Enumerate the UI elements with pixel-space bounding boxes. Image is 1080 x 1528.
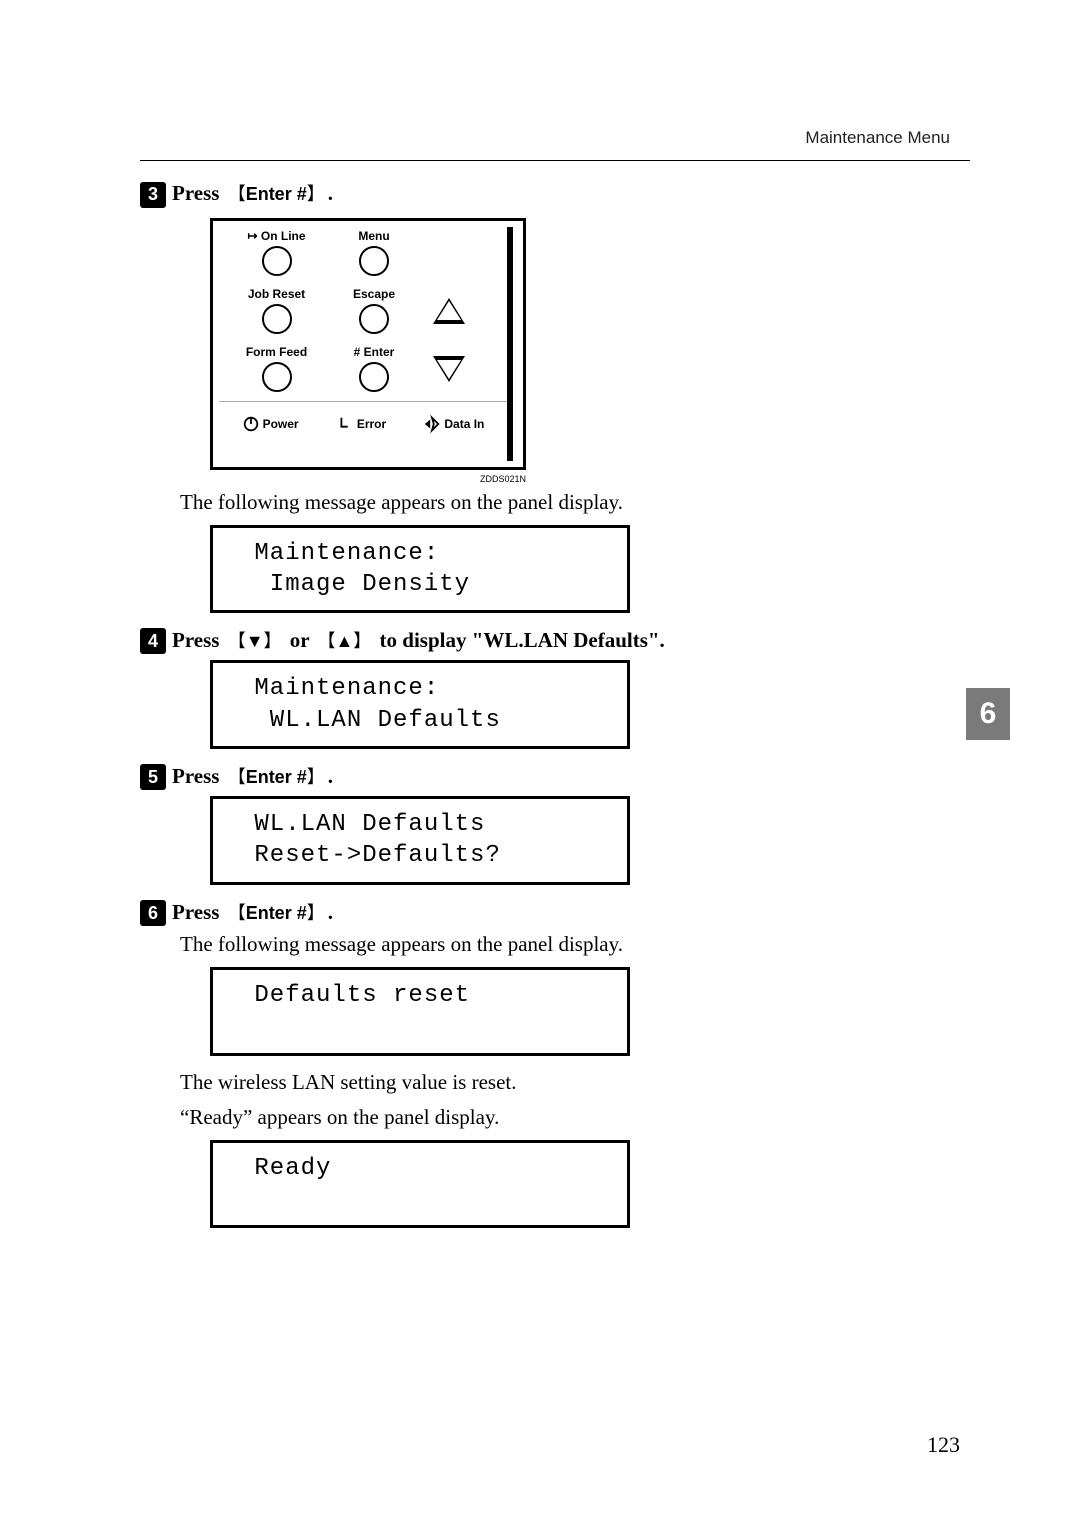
step-4-text: Press ▼ or ▲ to display "WL.LAN Defaults… [172, 627, 665, 653]
panel-label-menu: Menu [334, 230, 414, 243]
step-5-suffix: . [328, 764, 333, 788]
step-3-number: 3 [140, 182, 166, 208]
step-4-number: 4 [140, 628, 166, 654]
step-6-number: 6 [140, 900, 166, 926]
step-3-aftertext: The following message appears on the pan… [180, 490, 970, 515]
step-6-aftertext1: The following message appears on the pan… [180, 932, 970, 957]
step-6-aftertext3: “Ready” appears on the panel display. [180, 1105, 970, 1130]
step-5-prefix: Press [172, 764, 225, 788]
jobreset-button [262, 304, 292, 334]
panel-label-enter: Enter [364, 345, 395, 359]
step-5-text: Press Enter #. [172, 763, 333, 789]
formfeed-button [262, 362, 292, 392]
datain-icon [423, 415, 441, 433]
step-3-text: Press Enter #. [172, 180, 333, 206]
panel-ref-code: ZDDS021N [210, 474, 526, 484]
step-4-prefix: Press [172, 628, 225, 652]
power-indicator: Power [242, 415, 299, 433]
step-6-prefix: Press [172, 900, 225, 924]
step-5-number: 5 [140, 764, 166, 790]
step-4-suffix: to display "WL.LAN Defaults". [374, 628, 665, 652]
enter-key: Enter # [225, 763, 328, 789]
step-3-suffix: . [328, 181, 333, 205]
enter-key: Enter # [225, 180, 328, 206]
header-section-title: Maintenance Menu [805, 128, 950, 148]
online-button [262, 246, 292, 276]
step-3: 3 Press Enter #. ↦ On Line Menu [140, 180, 970, 613]
escape-button [359, 304, 389, 334]
power-icon [242, 415, 260, 433]
datain-indicator: Data In [423, 415, 484, 433]
lcd-display-5: Ready [210, 1140, 630, 1228]
lcd-display-3: WL.LAN Defaults Reset->Defaults? [210, 796, 630, 884]
lcd-display-1: Maintenance: Image Density [210, 525, 630, 613]
chapter-tab: 6 [966, 688, 1010, 740]
step-6-text: Press Enter #. [172, 899, 333, 925]
menu-button [359, 246, 389, 276]
panel-label-formfeed: Form Feed [219, 346, 334, 359]
step-5: 5 Press Enter #. WL.LAN Defaults Reset->… [140, 763, 970, 885]
header-divider [140, 160, 970, 161]
step-3-prefix: Press [172, 181, 225, 205]
step-6-suffix: . [328, 900, 333, 924]
enter-key: Enter # [225, 899, 328, 925]
panel-label-jobreset: Job Reset [219, 288, 334, 301]
up-arrow-button [433, 298, 465, 324]
step-6-aftertext2: The wireless LAN setting value is reset. [180, 1070, 970, 1095]
step-4: 4 Press ▼ or ▲ to display "WL.LAN Defaul… [140, 627, 970, 749]
down-key: ▼ [225, 627, 285, 653]
enter-button [359, 362, 389, 392]
down-arrow-button [433, 356, 465, 382]
error-icon [336, 415, 354, 433]
page-number: 123 [927, 1432, 960, 1458]
step-6: 6 Press Enter #. The following message a… [140, 899, 970, 1228]
up-key: ▲ [314, 627, 374, 653]
panel-label-escape: Escape [334, 288, 414, 301]
step-4-mid: or [285, 628, 315, 652]
lcd-display-2: Maintenance: WL.LAN Defaults [210, 660, 630, 748]
printer-control-panel: ↦ On Line Menu Job Reset [210, 218, 526, 470]
lcd-display-4: Defaults reset [210, 967, 630, 1055]
panel-label-online: On Line [261, 229, 306, 243]
error-indicator: Error [336, 415, 386, 433]
